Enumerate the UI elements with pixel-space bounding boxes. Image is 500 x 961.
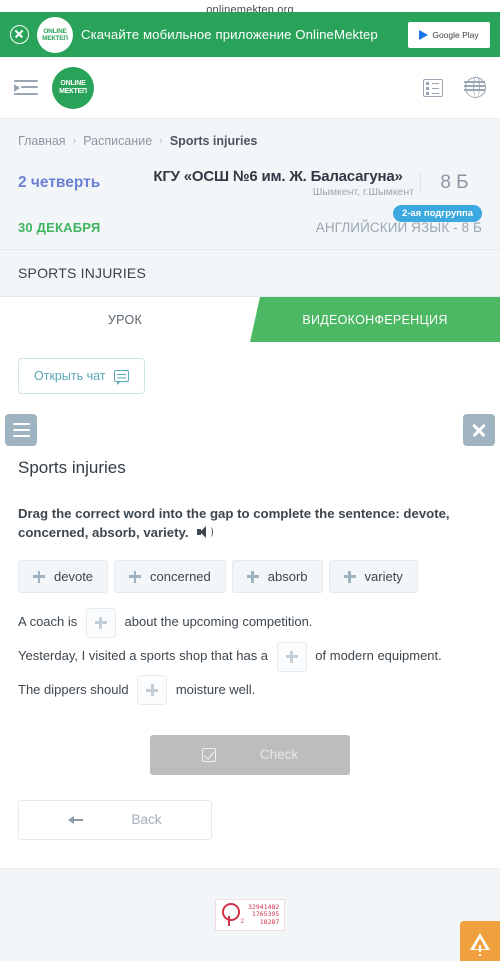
word-chip-label: concerned — [150, 569, 211, 585]
back-button-label: Back — [131, 812, 162, 828]
check-button-label: Check — [259, 747, 299, 763]
chat-bubble-icon — [114, 370, 130, 386]
sentence-row: A coach is about the upcoming competitio… — [18, 605, 482, 639]
page-footer: 2 32941482 1765395 18287 — [0, 868, 500, 961]
breadcrumb: Главная › Расписание › Sports injuries — [0, 119, 500, 160]
breadcrumb-item-current: Sports injuries — [169, 134, 258, 148]
move-icon — [285, 650, 298, 663]
word-chip-concerned[interactable]: concerned — [114, 560, 226, 594]
counter-sub: 2 — [240, 919, 245, 925]
breadcrumb-separator: › — [72, 135, 77, 147]
browser-url-bar[interactable]: onlinemektep.org — [0, 0, 500, 12]
warning-exclamation — [479, 945, 481, 956]
checkbox-icon — [201, 747, 216, 762]
subgroup-badge: 2-ая подгруппа — [392, 205, 482, 222]
google-play-label: Google Play — [432, 29, 479, 40]
word-chip-variety[interactable]: variety — [328, 560, 418, 594]
page-root: onlinemektep.org ONLINE МЕКТЕП Скачайте … — [0, 0, 500, 961]
quarter-label: 2 четверть — [18, 174, 101, 191]
lesson-title-bar: SPORTS INJURIES — [0, 249, 500, 297]
exercise-title: Sports injuries — [18, 458, 126, 477]
check-row: Check — [0, 707, 500, 775]
word-chip-list: devote concerned absorb variety — [0, 542, 500, 594]
date-subject-row: 30 ДЕКАБРЯ 2-ая подгруппа АНГЛИЙСКИЙ ЯЗЫ… — [0, 205, 500, 249]
exercise-controls — [0, 414, 500, 458]
close-icon[interactable] — [10, 25, 29, 44]
arrow-left-icon — [68, 815, 84, 825]
sentence-text-after: of modern equipment. — [315, 648, 442, 664]
subject-label: АНГЛИЙСКИЙ ЯЗЫК - 8 Б — [315, 220, 482, 235]
google-play-button[interactable]: Google Play — [408, 21, 490, 48]
list-icon[interactable] — [423, 78, 443, 97]
liveinternet-counter[interactable]: 2 32941482 1765395 18287 — [214, 899, 286, 931]
word-chip-label: devote — [54, 569, 94, 585]
open-chat-label: Открыть чат — [34, 369, 106, 383]
sentence-text-after: about the upcoming competition. — [124, 614, 313, 630]
word-chip-absorb[interactable]: absorb — [231, 560, 323, 594]
exercise-panel: Sports injuries Drag the correct word in… — [0, 414, 500, 850]
breadcrumb-item-home[interactable]: Главная — [18, 134, 66, 148]
browser-url-text: onlinemektep.org — [206, 4, 294, 12]
grade-label: 8 Б — [420, 172, 482, 194]
sentence-text-after: moisture well. — [175, 681, 256, 697]
sentence-row: The dippers should moisture well. — [18, 673, 482, 707]
back-button[interactable]: Back — [18, 799, 212, 840]
navbar-icons — [423, 76, 486, 98]
move-icon — [146, 684, 159, 697]
banner-logo: ONLINE МЕКТЕП — [37, 16, 73, 53]
check-button[interactable]: Check — [150, 734, 350, 775]
counter-line3: 18287 — [259, 917, 280, 926]
school-name: КГУ «ОСШ №6 им. Ж. Баласагуна» — [153, 168, 403, 185]
word-chip-label: variety — [364, 569, 403, 585]
drop-gap[interactable] — [137, 675, 168, 706]
globe-icon[interactable] — [464, 76, 486, 98]
site-logo[interactable]: ONLINE МЕКТЕП — [52, 66, 94, 109]
warning-button[interactable] — [460, 921, 500, 961]
exercise-instruction-text: Drag the correct word into the gap to co… — [18, 506, 450, 541]
move-icon — [94, 616, 107, 629]
exercise-menu-button[interactable] — [5, 414, 37, 446]
word-chip-devote[interactable]: devote — [18, 560, 109, 594]
tab-videoconference[interactable]: ВИДЕОКОНФЕРЕНЦИЯ — [250, 297, 500, 342]
move-icon — [343, 570, 356, 583]
sentence-text-before: Yesterday, I visited a sports shop that … — [18, 648, 269, 664]
exercise-close-button[interactable] — [463, 414, 495, 446]
counter-logo-icon — [221, 903, 240, 927]
app-promo-banner: ONLINE МЕКТЕП Скачайте мобильное приложе… — [0, 12, 500, 57]
lesson-date: 30 ДЕКАБРЯ — [18, 220, 101, 235]
nav-logo-line2: МЕКТЕП — [59, 87, 87, 95]
audio-speaker-icon[interactable] — [197, 526, 214, 539]
google-play-icon — [419, 29, 429, 40]
navbar: ONLINE МЕКТЕП — [0, 57, 500, 119]
open-chat-button[interactable]: Открыть чат — [18, 358, 146, 394]
sentence-row: Yesterday, I visited a sports shop that … — [18, 639, 482, 673]
word-chip-label: absorb — [267, 569, 308, 585]
sentence-text-before: A coach is — [18, 614, 78, 630]
drop-gap[interactable] — [276, 641, 307, 672]
move-icon — [129, 570, 142, 583]
chat-row: Открыть чат — [0, 342, 500, 414]
counter-numbers: 32941482 1765395 18287 — [248, 903, 280, 927]
move-icon — [246, 570, 259, 583]
breadcrumb-item-schedule[interactable]: Расписание — [83, 134, 152, 148]
sentence-list: A coach is about the upcoming competitio… — [0, 593, 500, 706]
back-row: Back — [0, 775, 500, 840]
banner-logo-line1: ONLINE — [43, 27, 67, 35]
lesson-tabs: УРОК ВИДЕОКОНФЕРЕНЦИЯ — [0, 297, 500, 342]
breadcrumb-separator: › — [159, 135, 163, 147]
exercise-instruction: Drag the correct word into the gap to co… — [0, 478, 500, 542]
banner-logo-line2: МЕКТЕП — [42, 34, 68, 42]
nav-logo-line1: ONLINE — [60, 79, 86, 87]
move-icon — [33, 570, 45, 583]
school-city: Шымкент, г.Шымкент — [312, 186, 414, 198]
school-info: КГУ «ОСШ №6 им. Ж. Баласагуна» Шымкент, … — [136, 168, 420, 198]
tab-lesson[interactable]: УРОК — [0, 297, 250, 342]
drop-gap[interactable] — [85, 607, 116, 638]
sidebar-toggle-icon[interactable] — [14, 79, 38, 97]
banner-text: Скачайте мобильное приложение OnlineMekt… — [81, 27, 378, 42]
sentence-text-before: The dippers should — [18, 681, 129, 697]
